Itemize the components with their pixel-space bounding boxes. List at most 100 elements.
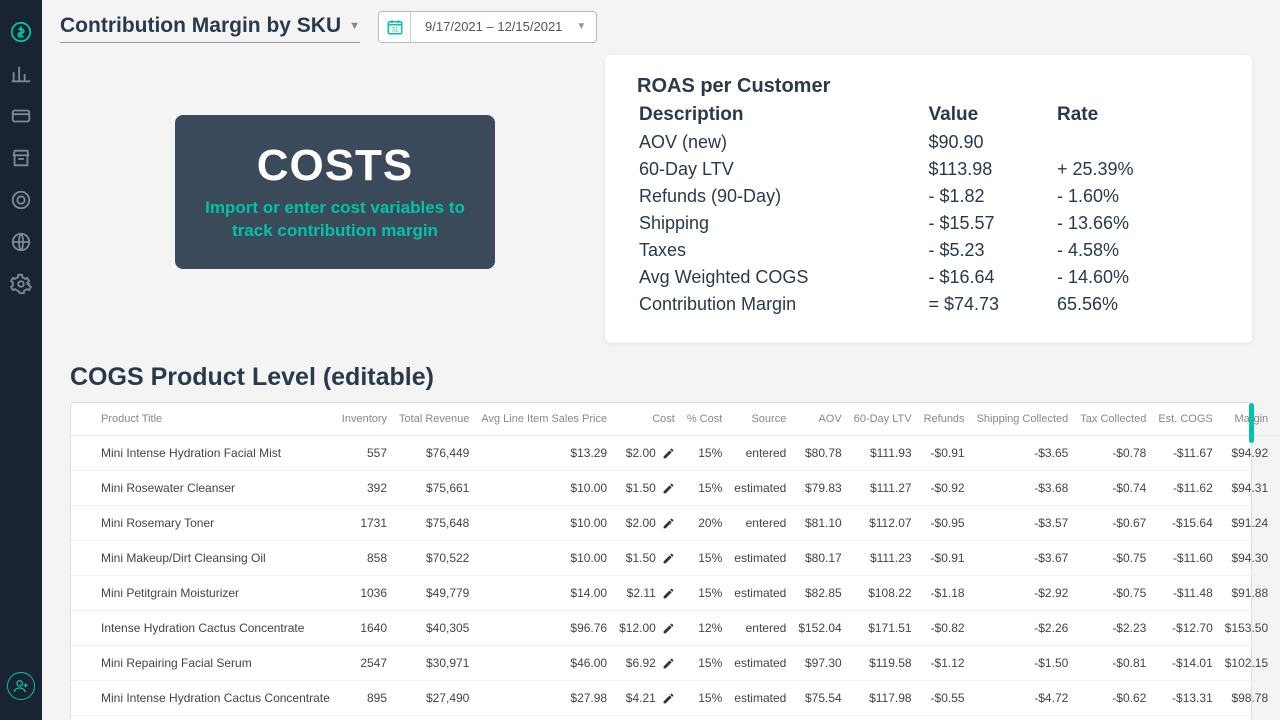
col-header[interactable]: Margin xyxy=(1219,403,1274,436)
roas-row-rate xyxy=(1057,130,1218,155)
table-row: Mini Rosewater Cleanser392$75,661$10.00$… xyxy=(71,471,1280,506)
cell-refunds: -$0.92 xyxy=(918,471,971,506)
cell-est-cogs: -$11.48 xyxy=(1152,576,1218,611)
nav-globe-icon[interactable] xyxy=(9,230,33,254)
date-range-picker[interactable]: 31 9/17/2021 – 12/15/2021 ▼ xyxy=(378,11,597,43)
nav-chart-icon[interactable] xyxy=(9,62,33,86)
nav-store-icon[interactable] xyxy=(9,146,33,170)
cell-ltv: $171.51 xyxy=(848,611,918,646)
cell-cost[interactable]: $4.79 xyxy=(613,716,681,720)
cell-refunds: -$1.18 xyxy=(918,576,971,611)
col-header[interactable]: Est. COGS xyxy=(1152,403,1218,436)
cell-ltv: $129.27 xyxy=(848,716,918,720)
cell-title: Mini Makeup/Dirt Cleansing Oil xyxy=(71,541,336,576)
cell-tax: -$2.23 xyxy=(1074,611,1152,646)
cell-inventory: 557 xyxy=(336,436,393,471)
nav-dollar-icon[interactable] xyxy=(9,20,33,44)
col-header[interactable]: % Margin xyxy=(1274,403,1280,436)
cell-pct-cost: 15% xyxy=(681,541,728,576)
cell-avg-price: $96.76 xyxy=(475,611,613,646)
roas-row-rate: - 14.60% xyxy=(1057,265,1218,290)
col-header[interactable]: Refunds xyxy=(918,403,971,436)
cell-margin: $91.88 xyxy=(1219,576,1274,611)
cell-pct-cost: 20% xyxy=(681,506,728,541)
col-header[interactable]: Avg Line Item Sales Price xyxy=(475,403,613,436)
cell-shipping: -$3.67 xyxy=(971,541,1075,576)
cell-refunds: -$0.65 xyxy=(918,716,971,720)
cell-inventory: 858 xyxy=(336,541,393,576)
cell-ltv: $111.93 xyxy=(848,436,918,471)
cell-cost[interactable]: $1.50 xyxy=(613,471,681,506)
roas-row-desc: Shipping xyxy=(639,211,927,236)
cell-pct-cost: 15% xyxy=(681,471,728,506)
table-row: Mini Intense Hydration Facial Mist557$76… xyxy=(71,436,1280,471)
roas-row-value: $113.98 xyxy=(929,157,1056,182)
roas-row-rate: + 25.39% xyxy=(1057,157,1218,182)
cell-source: entered xyxy=(728,436,792,471)
roas-hdr-value: Value xyxy=(929,102,1056,128)
cell-shipping: -$4.72 xyxy=(971,681,1075,716)
cell-refunds: -$1.12 xyxy=(918,646,971,681)
roas-row-value: - $5.23 xyxy=(929,238,1056,263)
cell-pct-margin: 85% xyxy=(1274,576,1280,611)
cell-cost[interactable]: $2.00 xyxy=(613,436,681,471)
roas-hdr-rate: Rate xyxy=(1057,102,1218,128)
cell-ltv: $117.98 xyxy=(848,681,918,716)
costs-callout-card: COSTS Import or enter cost variables to … xyxy=(175,115,495,269)
cell-shipping: -$3.12 xyxy=(971,716,1075,720)
cell-inventory: 1731 xyxy=(336,506,393,541)
cell-pct-margin: 81% xyxy=(1274,506,1280,541)
cell-cost[interactable]: $4.21 xyxy=(613,681,681,716)
roas-row-rate: - 13.66% xyxy=(1057,211,1218,236)
col-header[interactable]: Tax Collected xyxy=(1074,403,1152,436)
cell-cost[interactable]: $1.50 xyxy=(613,541,681,576)
col-header[interactable]: Shipping Collected xyxy=(971,403,1075,436)
cell-aov: $80.78 xyxy=(792,436,847,471)
page-title-dropdown[interactable]: Contribution Margin by SKU ▼ xyxy=(60,10,360,43)
cell-est-cogs: -$14.58 xyxy=(1152,716,1218,720)
cell-inventory: 1640 xyxy=(336,611,393,646)
cell-revenue: $76,449 xyxy=(393,436,475,471)
cell-tax: -$0.75 xyxy=(1074,541,1152,576)
cell-inventory: 518 xyxy=(336,716,393,720)
header-row: Contribution Margin by SKU ▼ 31 9/17/202… xyxy=(60,10,1262,43)
col-header[interactable]: Product Title xyxy=(71,403,336,436)
nav-target-icon[interactable] xyxy=(9,188,33,212)
col-header[interactable]: Inventory xyxy=(336,403,393,436)
cell-cost[interactable]: $2.00 xyxy=(613,506,681,541)
caret-down-icon: ▼ xyxy=(576,21,596,32)
cell-shipping: -$3.68 xyxy=(971,471,1075,506)
cell-cost[interactable]: $2.11 xyxy=(613,576,681,611)
col-header[interactable]: Source xyxy=(728,403,792,436)
nav-settings-icon[interactable] xyxy=(9,272,33,296)
cell-title: Mini Petitgrain Moisturizer xyxy=(71,576,336,611)
cell-shipping: -$3.65 xyxy=(971,436,1075,471)
col-header[interactable]: Total Revenue xyxy=(393,403,475,436)
roas-row-desc: Taxes xyxy=(639,238,927,263)
cell-cost[interactable]: $6.92 xyxy=(613,646,681,681)
col-header[interactable]: % Cost xyxy=(681,403,728,436)
col-header[interactable]: AOV xyxy=(792,403,847,436)
cell-aov: $82.85 xyxy=(792,576,847,611)
roas-row-desc: Refunds (90-Day) xyxy=(639,184,927,209)
cell-avg-price: $10.00 xyxy=(475,506,613,541)
cell-margin: $94.30 xyxy=(1219,541,1274,576)
col-header[interactable]: Cost xyxy=(613,403,681,436)
cell-ltv: $108.22 xyxy=(848,576,918,611)
cell-revenue: $75,648 xyxy=(393,506,475,541)
roas-row-desc: Contribution Margin xyxy=(639,292,927,317)
scroll-indicator[interactable] xyxy=(1249,403,1254,443)
roas-row-value: - $15.57 xyxy=(929,211,1056,236)
cell-tax: -$0.67 xyxy=(1074,506,1152,541)
roas-row-desc: Avg Weighted COGS xyxy=(639,265,927,290)
nav-card-icon[interactable] xyxy=(9,104,33,128)
cell-tax: -$0.78 xyxy=(1074,436,1152,471)
cell-source: estimated xyxy=(728,646,792,681)
cell-cost[interactable]: $12.00 xyxy=(613,611,681,646)
col-header[interactable]: 60-Day LTV xyxy=(848,403,918,436)
cell-title: Mini Rosemary Toner xyxy=(71,506,336,541)
nav-user-add-icon[interactable] xyxy=(7,672,35,700)
sidebar xyxy=(0,0,42,720)
cell-inventory: 895 xyxy=(336,681,393,716)
cell-title: Mini Repairing Facial Serum xyxy=(71,646,336,681)
